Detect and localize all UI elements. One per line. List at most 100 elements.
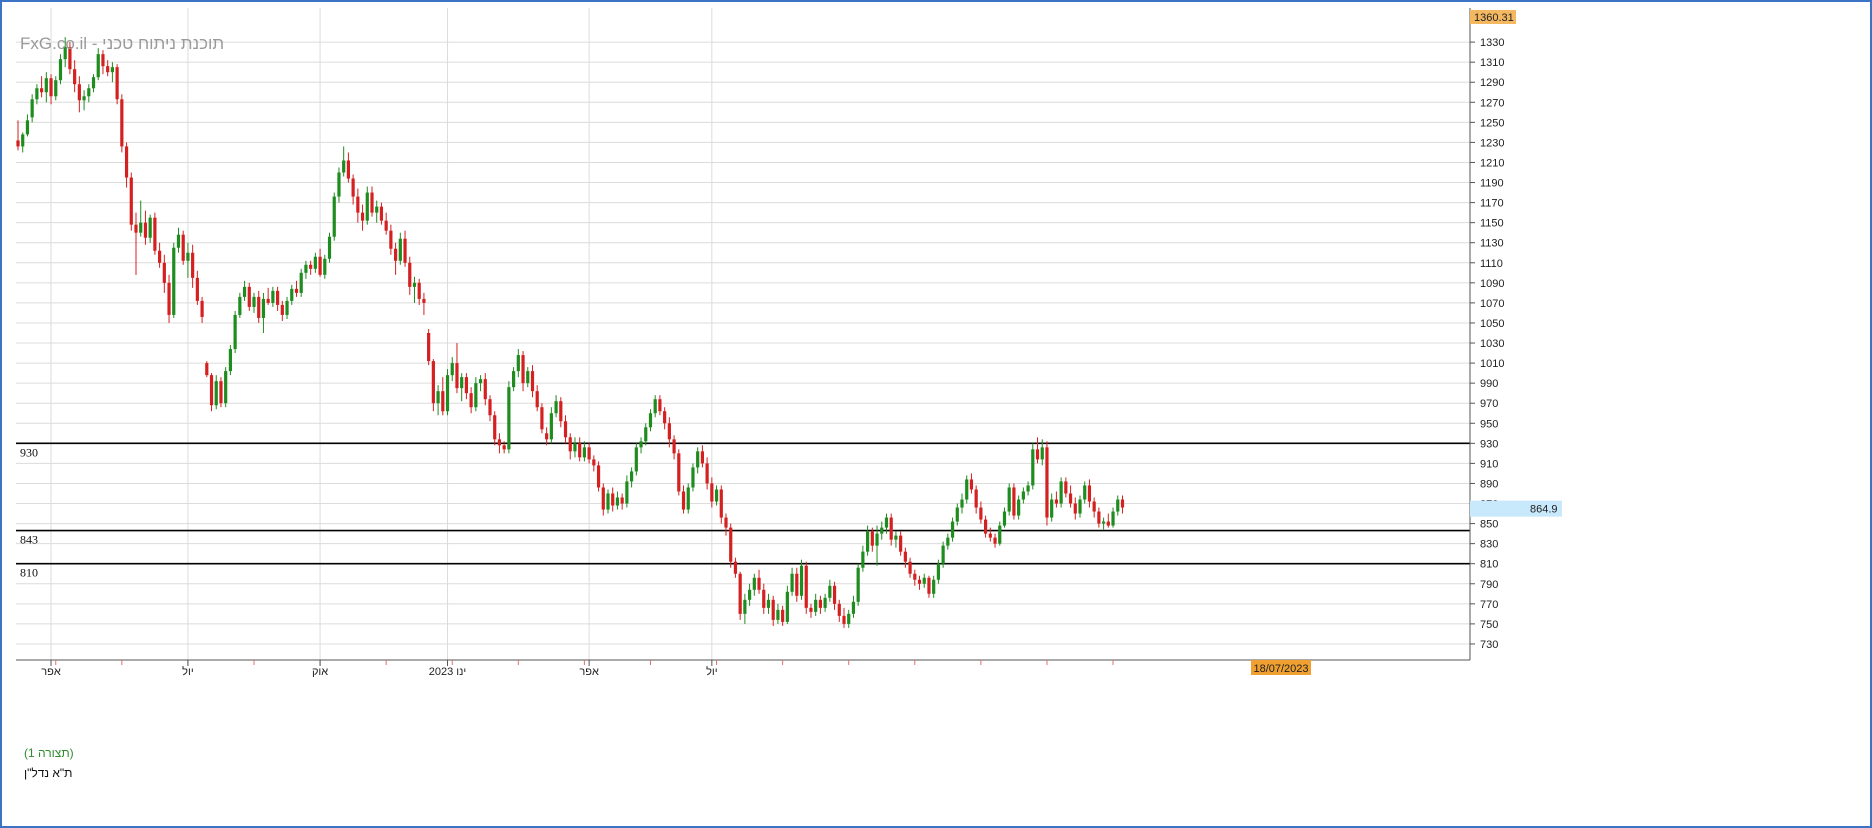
- layout-label[interactable]: (תצורה 1): [24, 746, 74, 760]
- candle-body: [224, 371, 228, 404]
- candle-body: [521, 355, 525, 384]
- candle-body: [342, 160, 346, 173]
- candle: [776, 603, 780, 624]
- candle: [384, 212, 388, 235]
- candle: [804, 561, 808, 614]
- candle: [115, 64, 119, 105]
- candle: [285, 296, 289, 319]
- candle: [398, 232, 402, 265]
- candle-body: [384, 220, 388, 231]
- instrument-name[interactable]: ת"א נדל"ן: [24, 766, 72, 780]
- candle: [427, 328, 431, 366]
- candle: [280, 300, 284, 321]
- candle: [785, 585, 789, 624]
- price-axis: 1330 1310 1290 1270 1250 1230 1210 1190 1170 1150…: [1469, 8, 1562, 660]
- candle-body: [512, 371, 516, 388]
- candle-body: [663, 411, 667, 424]
- candle-body: [129, 177, 133, 225]
- candle: [460, 373, 464, 402]
- candle-body: [658, 399, 662, 412]
- candle: [530, 365, 535, 398]
- candle: [1078, 495, 1082, 518]
- candle-body: [936, 563, 940, 580]
- candle-body: [21, 134, 25, 147]
- candle-body: [441, 391, 445, 412]
- candle: [58, 54, 63, 85]
- candle: [219, 377, 223, 408]
- candle: [634, 443, 638, 476]
- candle-body: [436, 391, 440, 404]
- candle-body: [422, 298, 426, 303]
- candle: [969, 473, 974, 494]
- candle: [1111, 507, 1115, 528]
- candle-body: [748, 589, 752, 600]
- candle-body: [965, 479, 969, 500]
- candle: [422, 292, 426, 315]
- candle-body: [941, 545, 945, 564]
- candle-body: [738, 573, 742, 614]
- candle-body: [1021, 491, 1025, 500]
- candle: [1120, 495, 1125, 514]
- candle-body: [1007, 487, 1011, 512]
- candle-body: [866, 531, 870, 552]
- candle-body: [309, 264, 313, 269]
- candle: [917, 575, 922, 590]
- candle: [615, 491, 620, 510]
- candle-body: [837, 603, 841, 616]
- candle-body: [592, 459, 596, 466]
- candle: [266, 287, 270, 305]
- top-price-label: 1360.31: [1474, 12, 1514, 24]
- candle-body: [195, 277, 199, 301]
- candle-body: [672, 439, 676, 454]
- candle-body: [998, 525, 1002, 544]
- candle-body: [781, 609, 785, 622]
- candle-body: [554, 401, 558, 414]
- candle: [818, 595, 822, 614]
- candle-body: [219, 381, 223, 404]
- candle: [464, 373, 468, 400]
- candle: [139, 200, 143, 237]
- candle-body: [242, 286, 247, 297]
- candle: [738, 571, 742, 620]
- y-tick-label: 810: [1480, 559, 1498, 571]
- candle-body: [880, 527, 884, 534]
- candle: [526, 367, 530, 388]
- candle: [620, 493, 624, 510]
- time-axis: אפר יול אוק ינו 2023 אפר יול 18/07/2023: [16, 659, 1470, 678]
- candle-body: [526, 371, 530, 384]
- candle-body: [427, 332, 431, 362]
- candle-body: [1097, 511, 1101, 524]
- candle: [757, 569, 761, 594]
- candle-body: [540, 407, 544, 430]
- candle-body: [814, 599, 818, 612]
- candle-body: [988, 533, 992, 538]
- candle-body: [700, 451, 704, 464]
- candle: [120, 94, 124, 153]
- candle: [573, 437, 577, 458]
- candle-body: [733, 561, 738, 574]
- candle: [625, 475, 629, 508]
- candle-body: [752, 577, 756, 590]
- candle: [158, 242, 162, 268]
- candlestick-chart[interactable]: 930 843 810 1330 1310 1290 1270 1250 1230 1210 11…: [0, 0, 1872, 828]
- candle-body: [719, 489, 723, 518]
- y-tick-label: 790: [1480, 579, 1498, 591]
- candle-body: [313, 256, 317, 269]
- candle: [276, 286, 280, 311]
- x-tick-label: יול: [182, 665, 194, 678]
- candle: [91, 74, 96, 93]
- candle-body: [535, 391, 539, 408]
- candle: [903, 547, 907, 568]
- candle-body: [507, 387, 511, 450]
- candle: [370, 186, 374, 217]
- candle: [832, 581, 837, 610]
- candle-body: [979, 507, 983, 520]
- candle: [875, 525, 879, 566]
- candle-body: [403, 238, 407, 263]
- candle-body: [870, 531, 874, 546]
- candle-body: [271, 290, 275, 303]
- candle: [73, 60, 77, 93]
- candle-body: [804, 565, 808, 608]
- candle-body: [115, 67, 119, 100]
- candle: [389, 224, 393, 255]
